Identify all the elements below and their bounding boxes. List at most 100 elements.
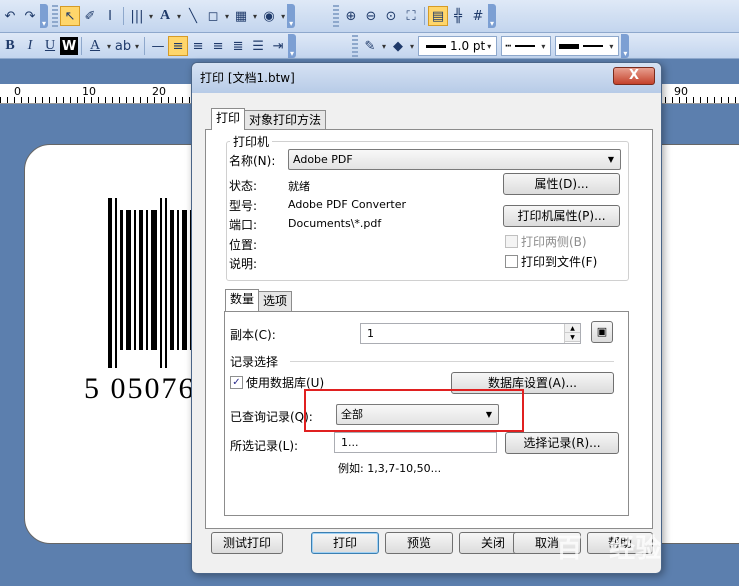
italic-button[interactable]: I	[20, 36, 40, 56]
barcode-image[interactable]	[108, 198, 203, 368]
guides-icon[interactable]: ╬	[448, 6, 468, 26]
underline-button[interactable]: U	[40, 36, 60, 56]
zoom-area-icon[interactable]: ⊙	[381, 6, 401, 26]
spin-up-icon[interactable]: ▲	[565, 324, 580, 333]
select-records-button[interactable]: 选择记录(R)...	[505, 432, 619, 454]
copies-input[interactable]: 1 ▲ ▼	[360, 323, 581, 344]
use-database-checkbox-box: ✓	[230, 376, 243, 389]
indent-icon[interactable]: ⇥	[268, 36, 288, 56]
pointer-tool-icon[interactable]: ↖	[60, 6, 80, 26]
line-width-dropdown-icon: ▾	[487, 41, 492, 51]
duplex-checkbox-label: 打印两侧(B)	[521, 235, 587, 249]
toolbar-overflow-icon[interactable]: ▾	[488, 4, 496, 28]
word-wrap-button[interactable]: W	[60, 37, 78, 55]
fill-color-dropdown-icon[interactable]: ▾	[410, 42, 414, 51]
preview-button[interactable]: 预览	[385, 532, 453, 554]
print-to-file-checkbox[interactable]: 打印到文件(F)	[505, 253, 597, 270]
type-label: 型号:	[229, 199, 258, 213]
rfid-tool-icon[interactable]: ◉	[259, 6, 279, 26]
toolbar-grip[interactable]	[52, 5, 58, 27]
grid-icon[interactable]: #	[468, 6, 488, 26]
properties-button[interactable]: 属性(D)...	[503, 173, 620, 195]
ruler-toggle-icon[interactable]: ▤	[428, 6, 448, 26]
toolbar-grip[interactable]	[333, 5, 339, 27]
text-cursor-icon[interactable]: I	[100, 6, 120, 26]
image-dropdown-icon[interactable]: ▾	[253, 12, 257, 21]
barcode-dropdown-icon[interactable]: ▾	[149, 12, 153, 21]
line-color-icon[interactable]: ✎	[360, 36, 380, 56]
line-width-sample	[426, 44, 447, 48]
paragraph-icon[interactable]: ☰	[248, 36, 268, 56]
border-style-select[interactable]: ▾	[555, 36, 620, 56]
copies-options-icon[interactable]: ▣	[591, 321, 613, 343]
tab-print[interactable]: 打印	[211, 108, 246, 130]
bold-button[interactable]: B	[0, 36, 20, 56]
image-tool-icon[interactable]: ▦	[231, 6, 251, 26]
undo-icon[interactable]: ↶	[0, 6, 20, 26]
duplex-checkbox-box	[505, 235, 518, 248]
zoom-in-icon[interactable]: ⊕	[341, 6, 361, 26]
dialog-tabs: 打印 对象打印方法	[211, 108, 327, 130]
tab-options[interactable]: 选项	[258, 291, 293, 311]
redo-icon[interactable]: ↷	[20, 6, 40, 26]
tab-object-print-method[interactable]: 对象打印方法	[244, 110, 327, 130]
align-center-icon[interactable]: ≡	[188, 36, 208, 56]
font-color-icon[interactable]: A	[85, 36, 105, 56]
printer-group-title: 打印机	[230, 133, 273, 150]
line-style-select[interactable]: ┅ ▾	[501, 36, 552, 56]
barcode-tool-icon[interactable]: |||	[127, 6, 147, 26]
toolbar-overflow-icon[interactable]: ▾	[288, 34, 297, 58]
align-right-icon[interactable]: ≡	[208, 36, 228, 56]
test-print-button[interactable]: 测试打印	[211, 532, 283, 554]
text-dropdown-icon[interactable]: ▾	[177, 12, 181, 21]
chevron-down-icon: ▼	[607, 155, 614, 164]
print-button[interactable]: 打印	[311, 532, 379, 554]
dialog-title: 打印 [文档1.btw]	[192, 63, 661, 93]
printer-name-select[interactable]: Adobe PDF ▼	[288, 149, 621, 170]
duplex-checkbox[interactable]: 打印两侧(B)	[505, 233, 587, 250]
shape-dropdown-icon[interactable]: ▾	[225, 12, 229, 21]
copies-spinner[interactable]: ▲ ▼	[564, 324, 580, 343]
fill-color-icon[interactable]: ◆	[388, 36, 408, 56]
fit-page-icon[interactable]: ⛶	[401, 6, 421, 26]
zoom-out-icon[interactable]: ⊖	[361, 6, 381, 26]
shape-tool-icon[interactable]: ◻	[203, 6, 223, 26]
printer-name-value: Adobe PDF	[293, 153, 353, 166]
highlight-dropdown-icon[interactable]: ▾	[135, 42, 139, 51]
selected-records-input[interactable]: 1...	[334, 432, 497, 453]
align-left-icon[interactable]: ≡	[168, 36, 189, 56]
dialog-close-button[interactable]: X	[613, 67, 655, 85]
highlight-icon[interactable]: ab	[113, 36, 133, 56]
border-style-icon	[559, 43, 580, 49]
tab-quantity[interactable]: 数量	[225, 289, 260, 311]
location-label: 位置:	[229, 238, 258, 252]
toolbar-overflow-icon[interactable]: ▾	[287, 4, 296, 28]
printer-properties-button[interactable]: 打印机属性(P)...	[503, 205, 620, 227]
border-style-dropdown-icon: ▾	[609, 41, 614, 51]
line-spacing-icon[interactable]: —	[148, 36, 168, 56]
status-value: 就绪	[288, 180, 310, 193]
line-color-dropdown-icon[interactable]: ▾	[382, 42, 386, 51]
toolbar-top: ↶ ↷ ▾ ↖ ✐ I ||| ▾ A ▾ ╲ ◻ ▾ ▦ ▾ ◉ ▾ ▾ ⊕ …	[0, 0, 739, 33]
pen-tool-icon[interactable]: ✐	[80, 6, 100, 26]
toolbar-overflow-icon[interactable]: ▾	[621, 34, 630, 58]
highlight-box	[304, 389, 524, 432]
spin-down-icon[interactable]: ▼	[565, 333, 580, 342]
print-to-file-checkbox-label: 打印到文件(F)	[521, 255, 598, 269]
text-tool-icon[interactable]: A	[155, 6, 175, 26]
font-color-dropdown-icon[interactable]: ▾	[107, 42, 111, 51]
example-hint: 例如: 1,3,7-10,50...	[338, 462, 442, 475]
tab-panel-print: 打印机 名称(N): Adobe PDF ▼ 状态: 就绪 型号: Adobe …	[205, 129, 653, 529]
toolbar-overflow-icon[interactable]: ▾	[40, 4, 48, 28]
line-tool-icon[interactable]: ╲	[183, 6, 203, 26]
queried-records-label: 已查询记录(Q):	[230, 410, 313, 424]
toolbar-grip[interactable]	[352, 35, 358, 57]
record-selection-title: 记录选择	[230, 355, 279, 369]
line-width-select[interactable]: 1.0 pt ▾	[418, 36, 498, 56]
copies-label: 副本(C):	[230, 328, 276, 342]
quantity-tabs: 数量 选项	[225, 289, 293, 311]
justify-icon[interactable]: ≣	[228, 36, 248, 56]
toolbar-format: B I U W A ▾ ab ▾ — ≡ ≡ ≡ ≣ ☰ ⇥ ▾ ✎ ▾ ◆ ▾…	[0, 33, 739, 59]
status-label: 状态:	[229, 179, 258, 193]
rfid-dropdown-icon[interactable]: ▾	[281, 12, 285, 21]
